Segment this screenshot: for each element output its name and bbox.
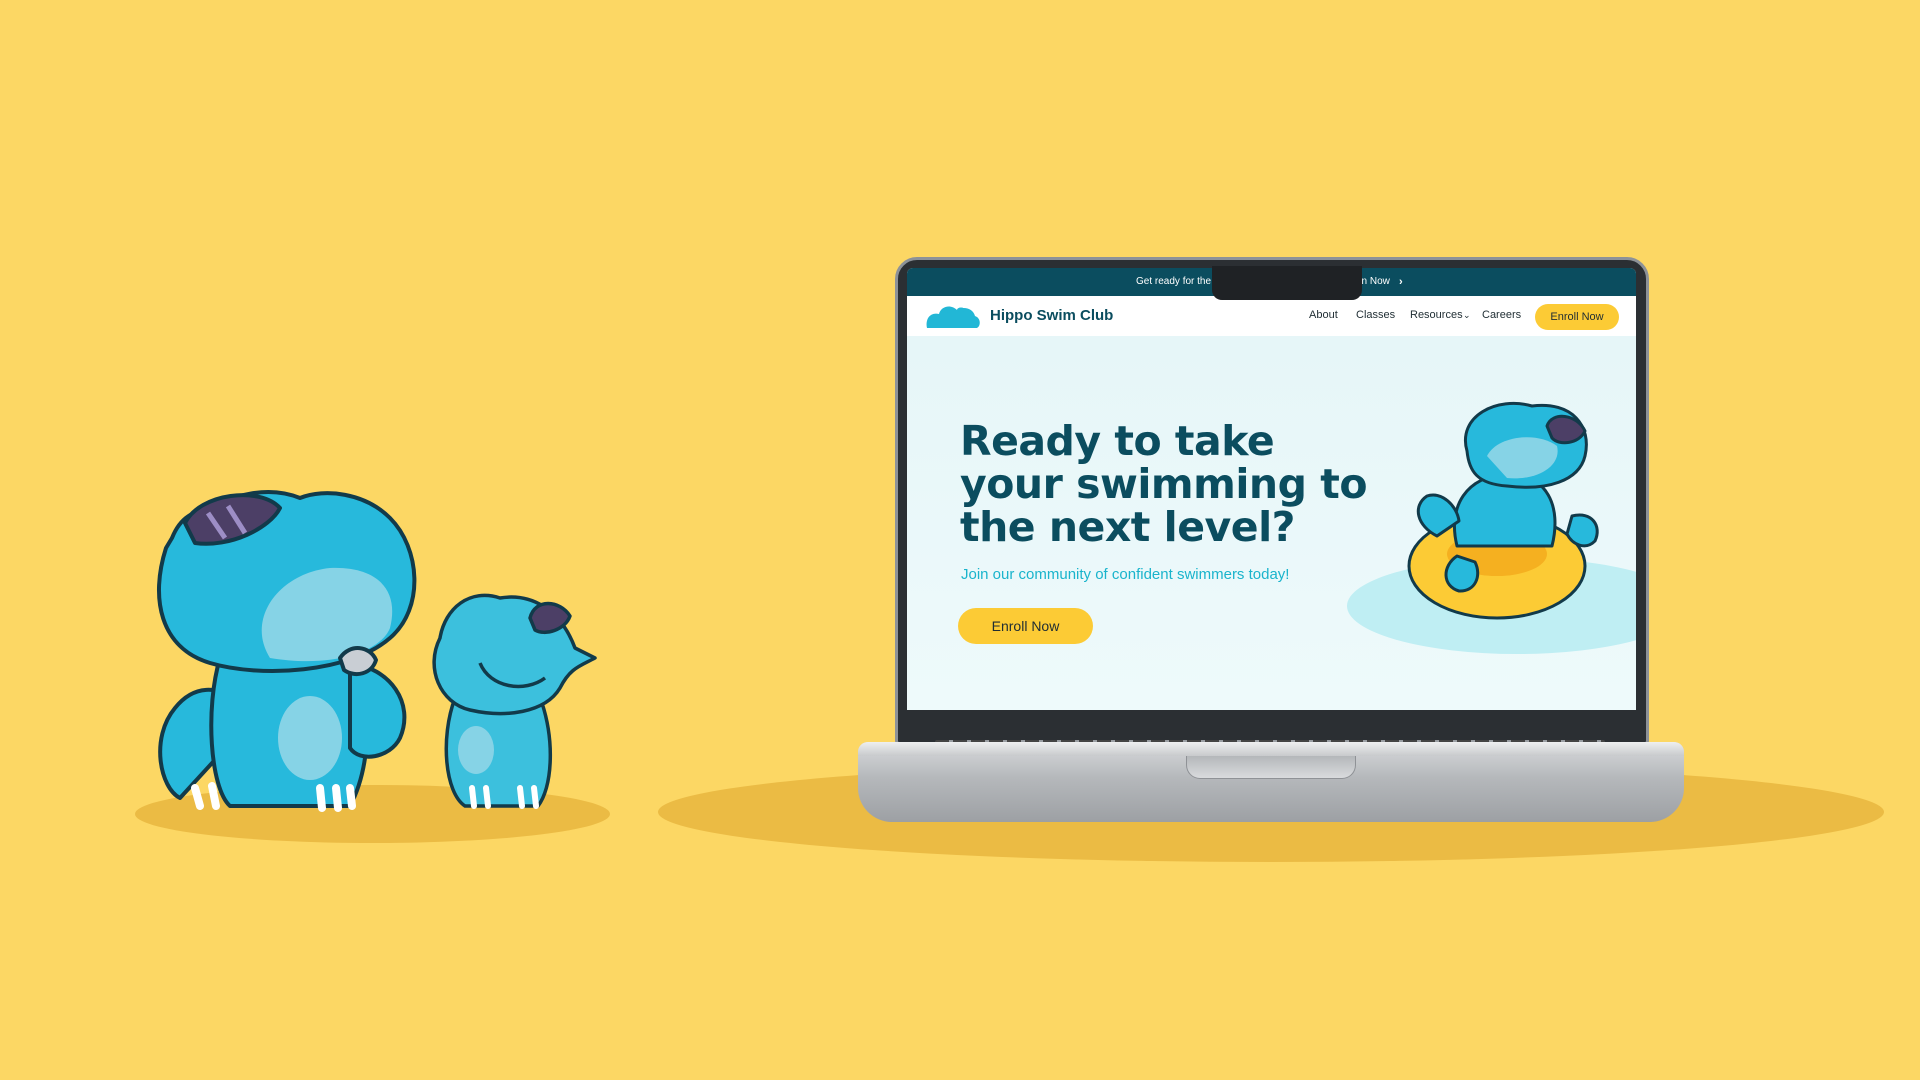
big-hippo-mascot <box>157 490 417 812</box>
hippo-mascots-illustration <box>157 490 597 812</box>
announcement-text-left: Get ready for the <box>1136 276 1212 287</box>
nav-link-resources[interactable]: Resources <box>1410 309 1463 321</box>
nav-link-careers[interactable]: Careers <box>1482 309 1521 321</box>
brand-name[interactable]: Hippo Swim Club <box>990 307 1113 324</box>
laptop-screen: Get ready for the en Now › Hippo Swim Cl… <box>907 268 1636 710</box>
chevron-down-icon[interactable]: ⌄ <box>1463 310 1471 321</box>
nav-enroll-button[interactable]: Enroll Now <box>1535 304 1619 330</box>
hippo-float-illustration <box>1347 401 1636 654</box>
small-hippo-mascot <box>432 593 597 809</box>
laptop-opening-notch <box>1186 756 1356 779</box>
nav-link-classes[interactable]: Classes <box>1356 309 1395 321</box>
hero-subtitle: Join our community of confident swimmers… <box>961 566 1290 583</box>
laptop-base-top-edge <box>858 742 1684 756</box>
hippo-logo-icon[interactable] <box>925 302 981 330</box>
camera-notch <box>1212 266 1362 300</box>
hero-title: Ready to take your swimming to the next … <box>960 417 1368 551</box>
hero-enroll-button[interactable]: Enroll Now <box>958 608 1093 644</box>
site-navbar: Hippo Swim Club About Classes Resources … <box>907 296 1636 336</box>
nav-link-about[interactable]: About <box>1309 309 1338 321</box>
chevron-right-icon[interactable]: › <box>1399 268 1403 296</box>
hero-section: Ready to take your swimming to the next … <box>907 336 1636 710</box>
